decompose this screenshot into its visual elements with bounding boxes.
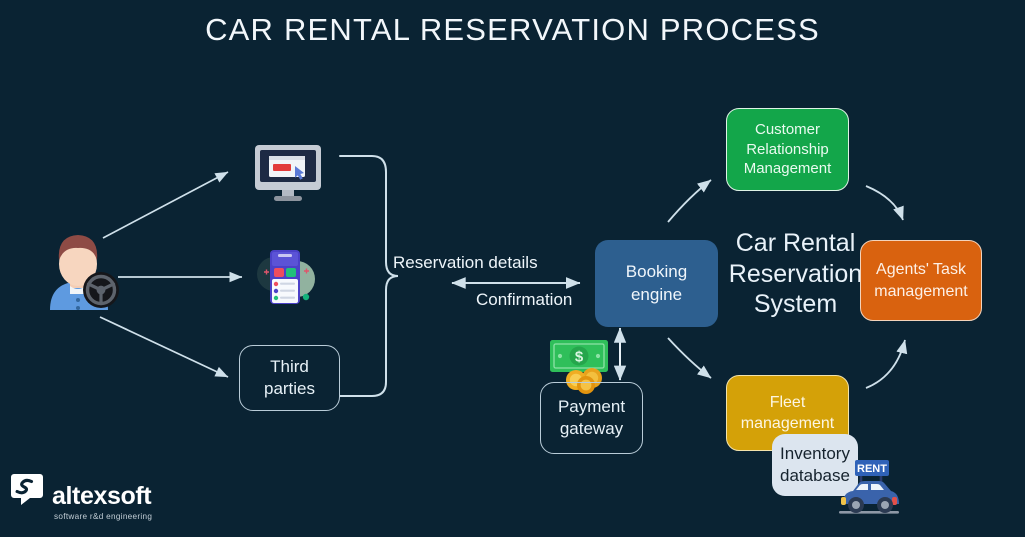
arrow-booking-to-fleet — [667, 337, 712, 379]
driver-avatar-icon — [38, 228, 119, 310]
logo-wordmark: altexsoft — [52, 482, 152, 510]
logo-tagline: software r&d engineering — [54, 512, 153, 521]
system-caption: Car Rental Reservation System — [728, 229, 863, 318]
rent-sign-text: RENT — [857, 463, 887, 475]
payment-gateway-box[interactable]: Payment gateway — [540, 382, 643, 454]
svg-text:$: $ — [575, 349, 584, 366]
arrow-booking-to-crm — [667, 179, 712, 223]
arrow-fleet-to-agents — [865, 339, 908, 389]
booking-engine-box[interactable]: Booking engine — [595, 240, 718, 327]
mobile-phone-app-icon — [250, 246, 320, 308]
arrow-customer-to-website — [102, 171, 229, 239]
altexsoft-logo-mark — [11, 474, 43, 505]
label-confirmation: Confirmation — [476, 290, 573, 309]
module-crm-box[interactable]: Customer Relationship Management — [726, 108, 849, 191]
arrow-customer-to-third-parties — [99, 316, 229, 378]
channels-gathering-bracket — [339, 155, 399, 397]
rental-car-icon: RENT — [833, 452, 905, 524]
desktop-monitor-icon — [255, 145, 321, 205]
diagram-canvas: CAR RENTAL RESERVATION PROCESS Third par… — [0, 0, 1025, 537]
module-agents-task-box[interactable]: Agents' Task management — [860, 240, 982, 321]
altexsoft-logo[interactable]: altexsoft software r&d engineering — [10, 472, 170, 532]
arrow-crm-to-agents — [865, 185, 904, 221]
label-reservation-details: Reservation details — [393, 253, 538, 272]
channel-third-parties[interactable]: Third parties — [239, 345, 340, 411]
